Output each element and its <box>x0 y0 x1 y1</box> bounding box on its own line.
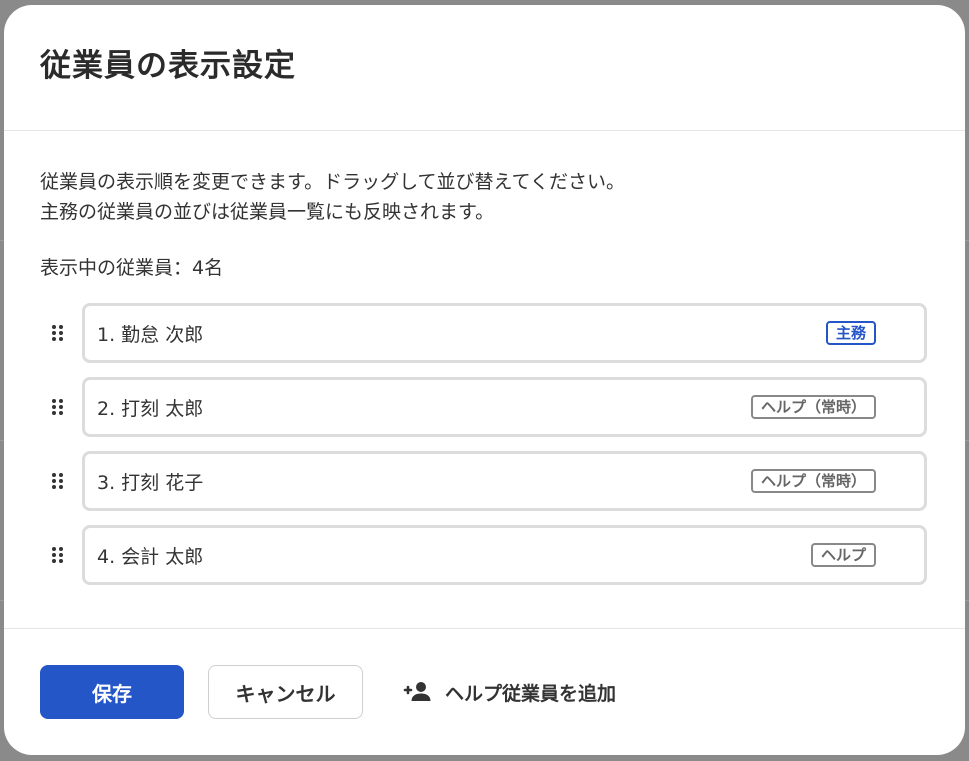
employee-display-settings-dialog: 従業員の表示設定 従業員の表示順を変更できます。ドラッグして並び替えてください。… <box>4 5 965 755</box>
save-button[interactable]: 保存 <box>40 665 184 719</box>
add-help-employee-button[interactable]: ヘルプ従業員を追加 <box>401 679 616 706</box>
employee-row[interactable]: 4. 会計 太郎 ヘルプ <box>40 525 929 585</box>
employee-row[interactable]: 2. 打刻 太郎 ヘルプ（常時） <box>40 377 929 437</box>
employee-name: 2. 打刻 太郎 <box>97 397 204 420</box>
employee-name: 4. 会計 太郎 <box>97 545 204 568</box>
employee-count: 表示中の従業員：4名 <box>40 257 224 279</box>
employee-card[interactable]: 4. 会計 太郎 ヘルプ <box>82 525 927 585</box>
employee-name: 1. 勤怠 次郎 <box>97 323 204 346</box>
drag-handle-icon[interactable] <box>40 525 82 585</box>
employee-card[interactable]: 1. 勤怠 次郎 主務 <box>82 303 927 363</box>
employee-row[interactable]: 1. 勤怠 次郎 主務 <box>40 303 929 363</box>
employee-row[interactable]: 3. 打刻 花子 ヘルプ（常時） <box>40 451 929 511</box>
role-badge: ヘルプ <box>810 543 876 567</box>
employee-list: 1. 勤怠 次郎 主務 2. 打刻 太郎 ヘルプ（常時） 3. 打刻 花子 ヘル… <box>40 303 929 585</box>
drag-handle-icon[interactable] <box>40 303 82 363</box>
person-add-icon <box>401 680 433 704</box>
dialog-body: 従業員の表示順を変更できます。ドラッグして並び替えてください。 主務の従業員の並… <box>4 131 965 629</box>
dialog-footer: 保存 キャンセル ヘルプ従業員を追加 <box>4 629 965 755</box>
dialog-description-line2: 主務の従業員の並びは従業員一覧にも反映されます。 <box>40 201 495 223</box>
dialog-description-line1: 従業員の表示順を変更できます。ドラッグして並び替えてください。 <box>40 171 626 193</box>
role-badge: 主務 <box>825 321 876 345</box>
drag-handle-icon[interactable] <box>40 377 82 437</box>
role-badge: ヘルプ（常時） <box>750 395 876 419</box>
drag-handle-icon[interactable] <box>40 451 82 511</box>
employee-name: 3. 打刻 花子 <box>97 471 204 494</box>
employee-card[interactable]: 2. 打刻 太郎 ヘルプ（常時） <box>82 377 927 437</box>
employee-card[interactable]: 3. 打刻 花子 ヘルプ（常時） <box>82 451 927 511</box>
cancel-button[interactable]: キャンセル <box>208 665 363 719</box>
role-badge: ヘルプ（常時） <box>750 469 876 493</box>
add-help-employee-label: ヘルプ従業員を追加 <box>445 682 617 705</box>
dialog-header: 従業員の表示設定 <box>4 5 965 131</box>
dialog-title: 従業員の表示設定 <box>40 48 296 84</box>
